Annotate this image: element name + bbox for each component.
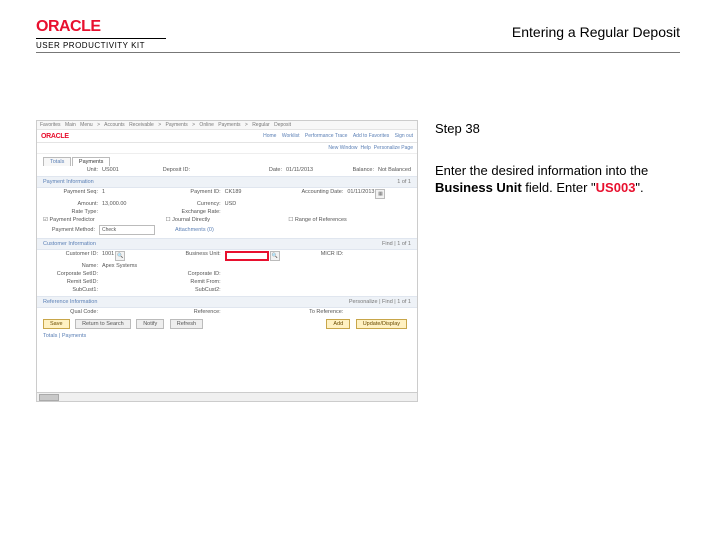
section-reference-info: Reference Information Personalize | Find … [37, 296, 417, 308]
instr-part3: ". [635, 180, 643, 195]
lbl-qual: Qual Code: [43, 309, 102, 315]
lbl-balance: Balance: [319, 167, 378, 173]
title-rule [36, 52, 680, 53]
link-add-fav[interactable]: Add to Favorites [353, 133, 389, 139]
lbl-remit-setid: Remit SetID: [43, 279, 102, 285]
lbl-currency: Currency: [166, 201, 225, 207]
lbl-pay-method: Payment Method: [43, 227, 99, 233]
lbl-journal-directly: Journal Directly [172, 217, 210, 223]
chk-payment-predictor[interactable]: ☑ Payment Predictor [43, 217, 95, 223]
lbl-payment-predictor: Payment Predictor [49, 217, 94, 223]
input-business-unit[interactable] [225, 251, 269, 261]
section-customer-info: Customer Information Find | 1 of 1 [37, 238, 417, 250]
section-customer-info-label: Customer Information [43, 241, 96, 247]
lbl-remitfrom: Remit From: [166, 279, 225, 285]
return-button[interactable]: Return to Search [75, 319, 131, 329]
instr-field-name: Business Unit [435, 180, 522, 195]
lookup-icon[interactable]: 🔍 [115, 251, 125, 261]
instruction-panel: Step 38 Enter the desired information in… [435, 120, 685, 197]
instr-value: US003 [596, 180, 636, 195]
lookup-bu-icon[interactable]: 🔍 [270, 251, 280, 261]
footer-tab-links[interactable]: Totals | Payments [37, 332, 417, 340]
link-worklist[interactable]: Worklist [282, 133, 300, 139]
val-date: 01/11/2013 [286, 167, 313, 173]
top-links: Home Worklist Performance Trace Add to F… [259, 133, 413, 139]
lbl-payid: Payment ID: [166, 189, 225, 199]
instruction-text: Enter the desired information into the B… [435, 162, 685, 197]
add-button[interactable]: Add [326, 319, 350, 329]
input-acctdate[interactable]: 01/11/2013 [347, 189, 374, 199]
action-bar: Save Return to Search Notify Refresh Add… [37, 316, 417, 332]
row-counter-3: Personalize | Find | 1 of 1 [349, 299, 411, 305]
section-payment-info-label: Payment Information [43, 179, 94, 185]
lbl-deposit-id: Deposit ID: [135, 167, 194, 173]
brand-subtitle: USER PRODUCTIVITY KIT [36, 38, 166, 50]
lbl-payseq: Payment Seq: [43, 189, 102, 199]
oracle-logo: ORACLE [36, 18, 166, 36]
instr-part2: field. Enter " [522, 180, 596, 195]
link-new-window[interactable]: New Window [328, 145, 357, 151]
page-title: Entering a Regular Deposit [512, 24, 680, 40]
input-custid[interactable]: 1001 [102, 251, 114, 261]
instr-part1: Enter the desired information into the [435, 163, 648, 178]
app-header: ORACLE Home Worklist Performance Trace A… [37, 130, 417, 143]
link-signout[interactable]: Sign out [395, 133, 413, 139]
row-counter-1: 1 of 1 [397, 179, 411, 185]
lbl-subcust1: SubCust1: [43, 287, 102, 293]
section-payment-info: Payment Information 1 of 1 [37, 176, 417, 188]
step-label: Step 38 [435, 120, 685, 138]
scrollbar-thumb[interactable] [39, 394, 59, 401]
refresh-button[interactable]: Refresh [170, 319, 203, 329]
lbl-corpid: Corporate ID: [166, 271, 225, 277]
app-screenshot: Favorites Main Menu > Accounts Receivabl… [36, 120, 418, 402]
notify-button[interactable]: Notify [136, 319, 164, 329]
val-name: Apex Systems [102, 263, 137, 269]
lbl-date: Date: [227, 167, 286, 173]
link-perf-trace[interactable]: Performance Trace [305, 133, 348, 139]
breadcrumb-bar[interactable]: Favorites Main Menu > Accounts Receivabl… [37, 121, 417, 130]
section-reference-info-label: Reference Information [43, 299, 97, 305]
row-counter-2: Find | 1 of 1 [382, 241, 411, 247]
val-balance: Not Balanced [378, 167, 411, 173]
brand-block: ORACLE USER PRODUCTIVITY KIT [36, 18, 166, 50]
input-payid[interactable]: CK189 [225, 189, 242, 199]
input-currency[interactable]: USD [225, 201, 237, 207]
save-button[interactable]: Save [43, 319, 70, 329]
lbl-exchrate: Exchange Rate: [166, 209, 225, 215]
lbl-unit: Unit: [43, 167, 102, 173]
lbl-amount: Amount: [43, 201, 102, 207]
val-unit: US001 [102, 167, 119, 173]
link-help[interactable]: Help [361, 145, 371, 151]
link-personalize[interactable]: Personalize Page [374, 145, 413, 151]
lbl-business-unit: Business Unit: [166, 251, 225, 261]
lbl-ratetype: Rate Type: [43, 209, 102, 215]
lbl-subcust2: SubCust2: [166, 287, 225, 293]
select-pay-method[interactable]: Check [99, 225, 155, 235]
link-attachments[interactable]: Attachments (0) [175, 227, 214, 233]
summary-row: Unit:US001 Deposit ID: Date:01/11/2013 B… [37, 166, 417, 174]
lbl-to-reference: To Reference: [288, 309, 347, 315]
sub-nav: New Window Help Personalize Page [37, 143, 417, 154]
tab-payments[interactable]: Payments [72, 157, 110, 166]
update-button[interactable]: Update/Display [356, 319, 407, 329]
app-oracle-logo: ORACLE [41, 133, 69, 140]
chk-journal-directly[interactable]: ☐ Journal Directly [166, 217, 210, 223]
chk-range-ref[interactable]: ☐ Range of References [288, 217, 346, 223]
val-payseq: 1 [102, 189, 105, 199]
horizontal-scrollbar[interactable] [37, 392, 417, 401]
tab-strip: Totals Payments [37, 154, 417, 166]
lbl-name: Name: [43, 263, 102, 269]
link-home[interactable]: Home [263, 133, 276, 139]
input-amount[interactable]: 13,000.00 [102, 201, 146, 207]
lbl-range-ref: Range of References [295, 217, 347, 223]
lbl-custid: Customer ID: [43, 251, 102, 261]
lbl-micr: MICR ID: [288, 251, 347, 261]
lbl-acctdate: Accounting Date: [288, 189, 347, 199]
lbl-corp-setid: Corporate SetID: [43, 271, 102, 277]
calendar-icon[interactable]: ▦ [375, 189, 385, 199]
tab-totals[interactable]: Totals [43, 157, 71, 166]
lbl-reference: Reference: [166, 309, 225, 315]
